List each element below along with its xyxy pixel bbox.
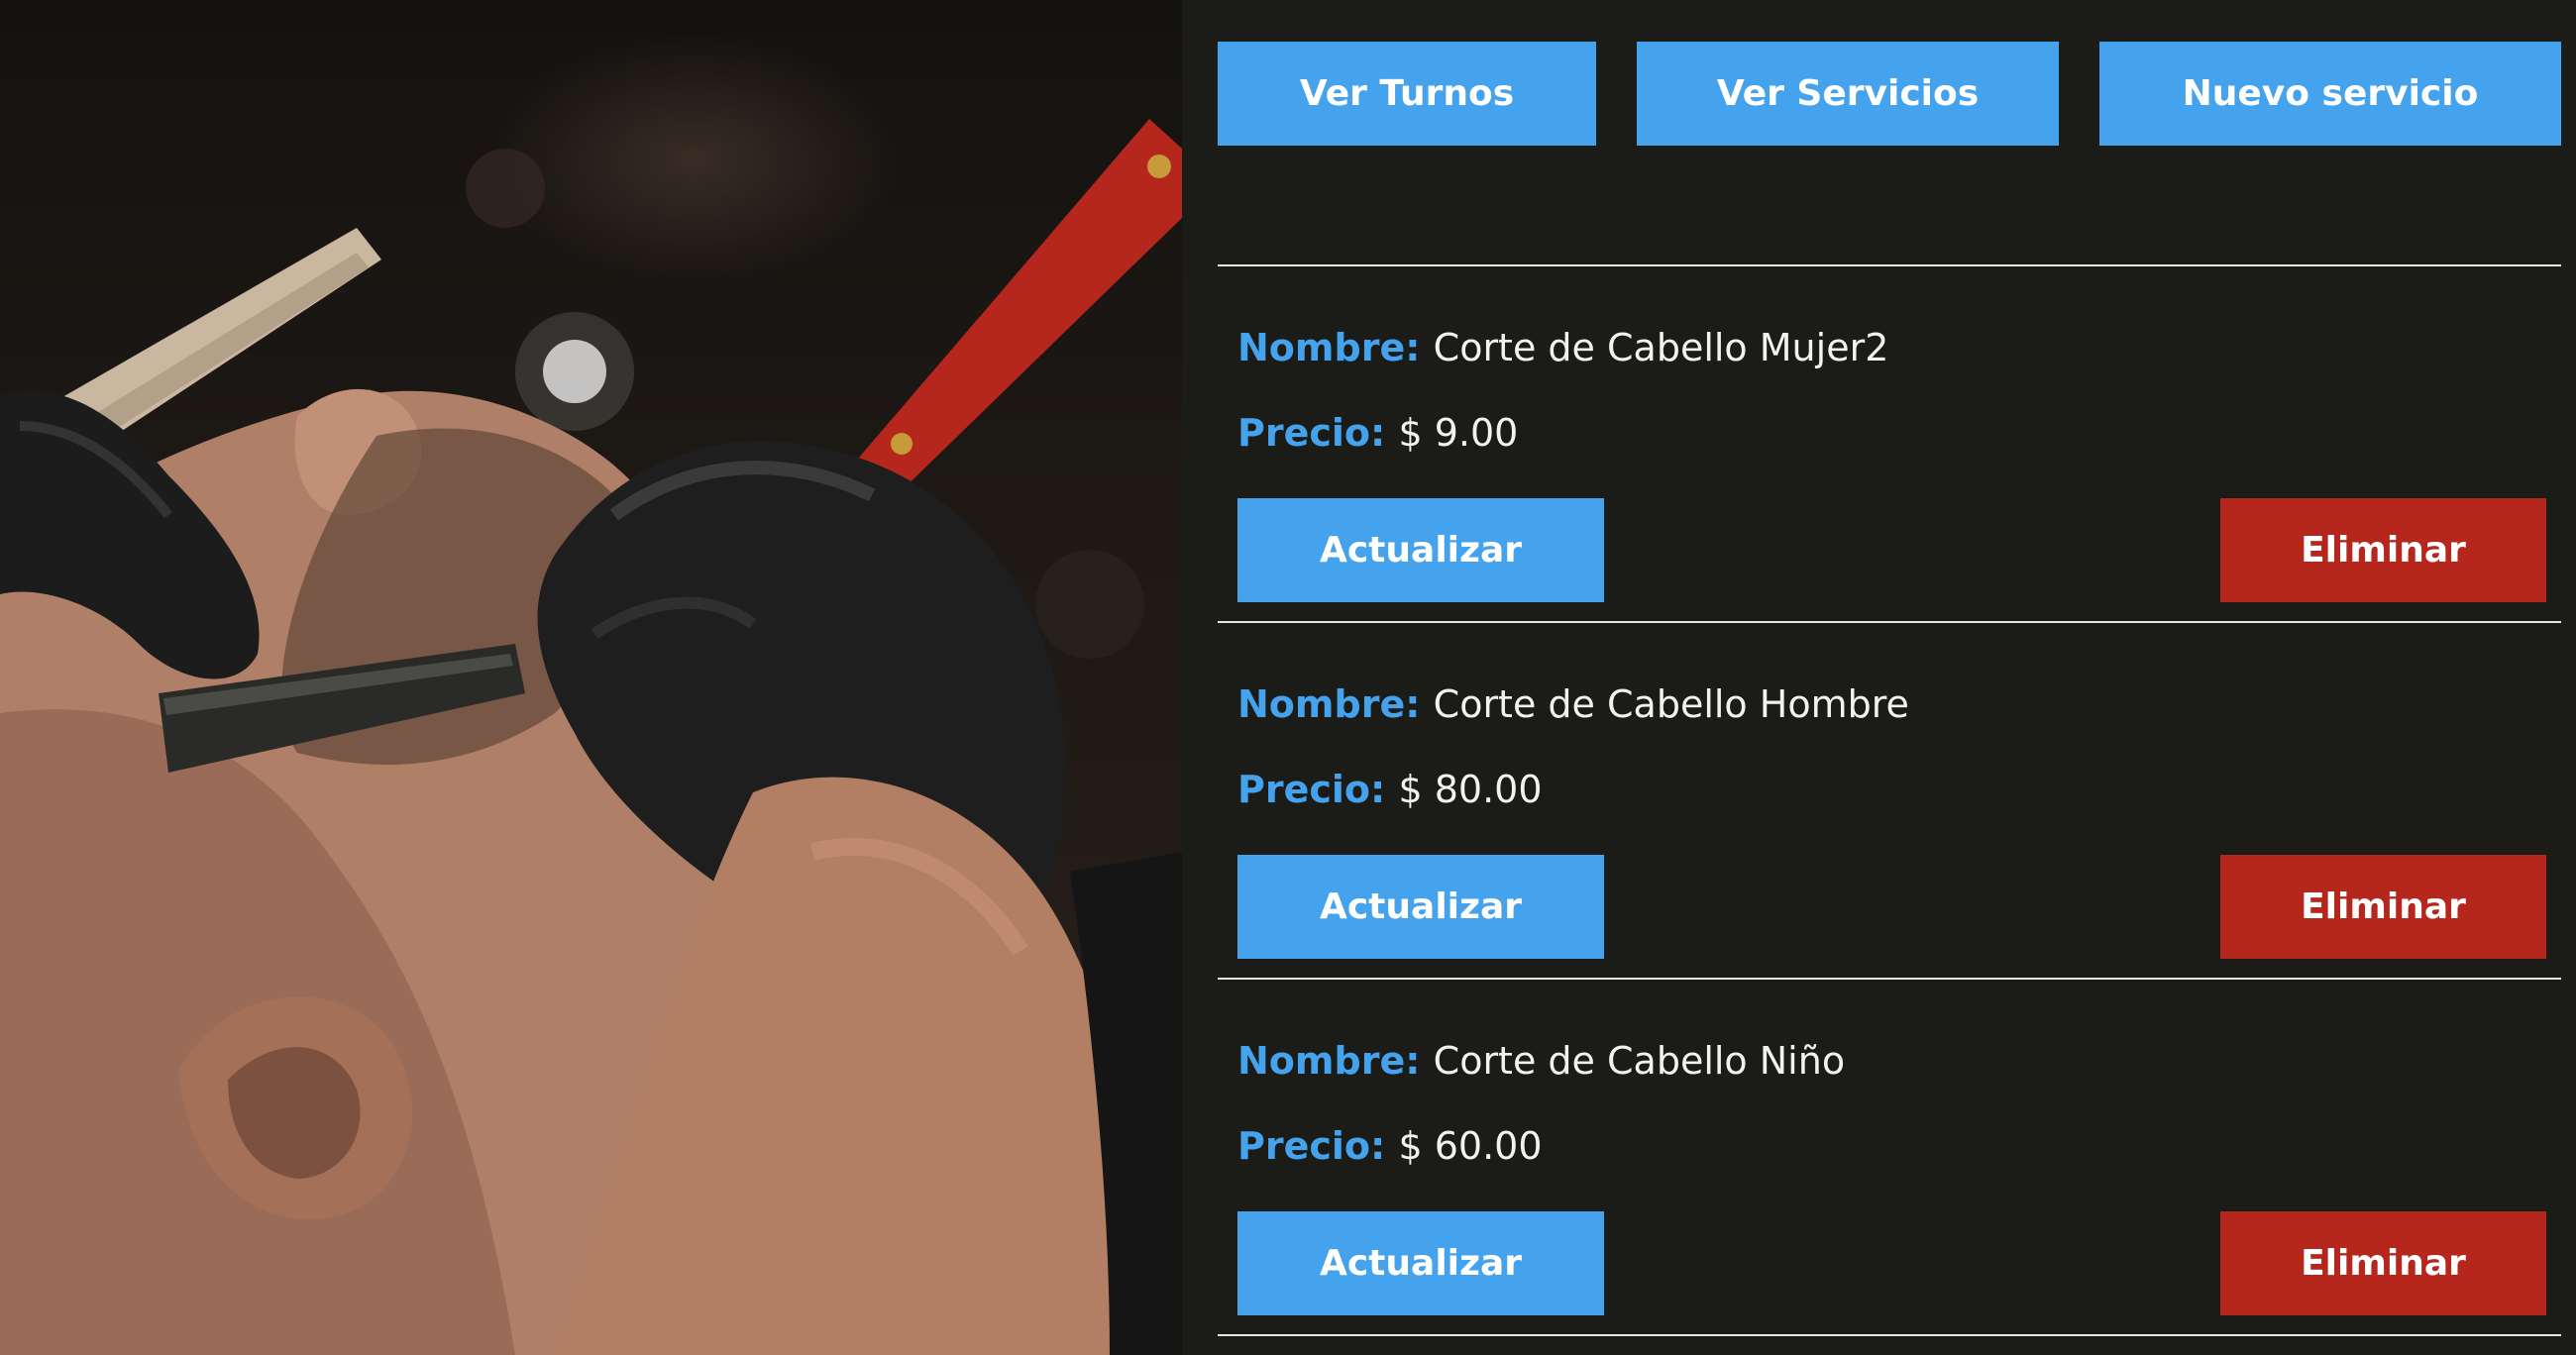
service-name: Corte de Cabello Hombre bbox=[1433, 682, 1909, 726]
service-price-row: Precio: $ 60.00 bbox=[1237, 1124, 1543, 1168]
eliminar-button[interactable]: Eliminar bbox=[2220, 498, 2546, 602]
service-price: $ 9.00 bbox=[1398, 411, 1519, 455]
actualizar-button[interactable]: Actualizar bbox=[1237, 498, 1604, 602]
eliminar-button[interactable]: Eliminar bbox=[2220, 1211, 2546, 1315]
divider bbox=[1218, 1334, 2561, 1336]
nuevo-servicio-button[interactable]: Nuevo servicio bbox=[2099, 42, 2561, 146]
price-label: Precio: bbox=[1237, 1124, 1399, 1168]
page: Ver Turnos Ver Servicios Nuevo servicio … bbox=[0, 0, 2576, 1355]
barber-photo-illustration bbox=[0, 119, 1182, 1355]
service-name: Corte de Cabello Mujer2 bbox=[1433, 326, 1889, 369]
service-card: Nombre: Corte de Cabello Mujer2 Precio: … bbox=[1218, 266, 2561, 623]
service-card: Nombre: Corte de Cabello Niño Precio: $ … bbox=[1218, 980, 2561, 1336]
service-card: Nombre: Corte de Cabello Hombre Precio: … bbox=[1218, 623, 2561, 980]
price-label: Precio: bbox=[1237, 768, 1399, 811]
service-price-row: Precio: $ 9.00 bbox=[1237, 411, 1518, 455]
service-name-row: Nombre: Corte de Cabello Niño bbox=[1237, 1039, 1845, 1083]
service-price: $ 80.00 bbox=[1398, 768, 1543, 811]
admin-panel: Ver Turnos Ver Servicios Nuevo servicio … bbox=[1182, 0, 2576, 1355]
service-name-row: Nombre: Corte de Cabello Hombre bbox=[1237, 682, 1909, 726]
actualizar-button[interactable]: Actualizar bbox=[1237, 1211, 1604, 1315]
ver-turnos-button[interactable]: Ver Turnos bbox=[1218, 42, 1596, 146]
service-price-row: Precio: $ 80.00 bbox=[1237, 768, 1543, 811]
service-name-row: Nombre: Corte de Cabello Mujer2 bbox=[1237, 326, 1888, 369]
name-label: Nombre: bbox=[1237, 1039, 1434, 1083]
hero-image bbox=[0, 0, 1182, 1355]
actualizar-button[interactable]: Actualizar bbox=[1237, 855, 1604, 959]
name-label: Nombre: bbox=[1237, 326, 1434, 369]
service-price: $ 60.00 bbox=[1398, 1124, 1543, 1168]
name-label: Nombre: bbox=[1237, 682, 1434, 726]
ver-servicios-button[interactable]: Ver Servicios bbox=[1637, 42, 2059, 146]
price-label: Precio: bbox=[1237, 411, 1399, 455]
service-name: Corte de Cabello Niño bbox=[1433, 1039, 1846, 1083]
eliminar-button[interactable]: Eliminar bbox=[2220, 855, 2546, 959]
